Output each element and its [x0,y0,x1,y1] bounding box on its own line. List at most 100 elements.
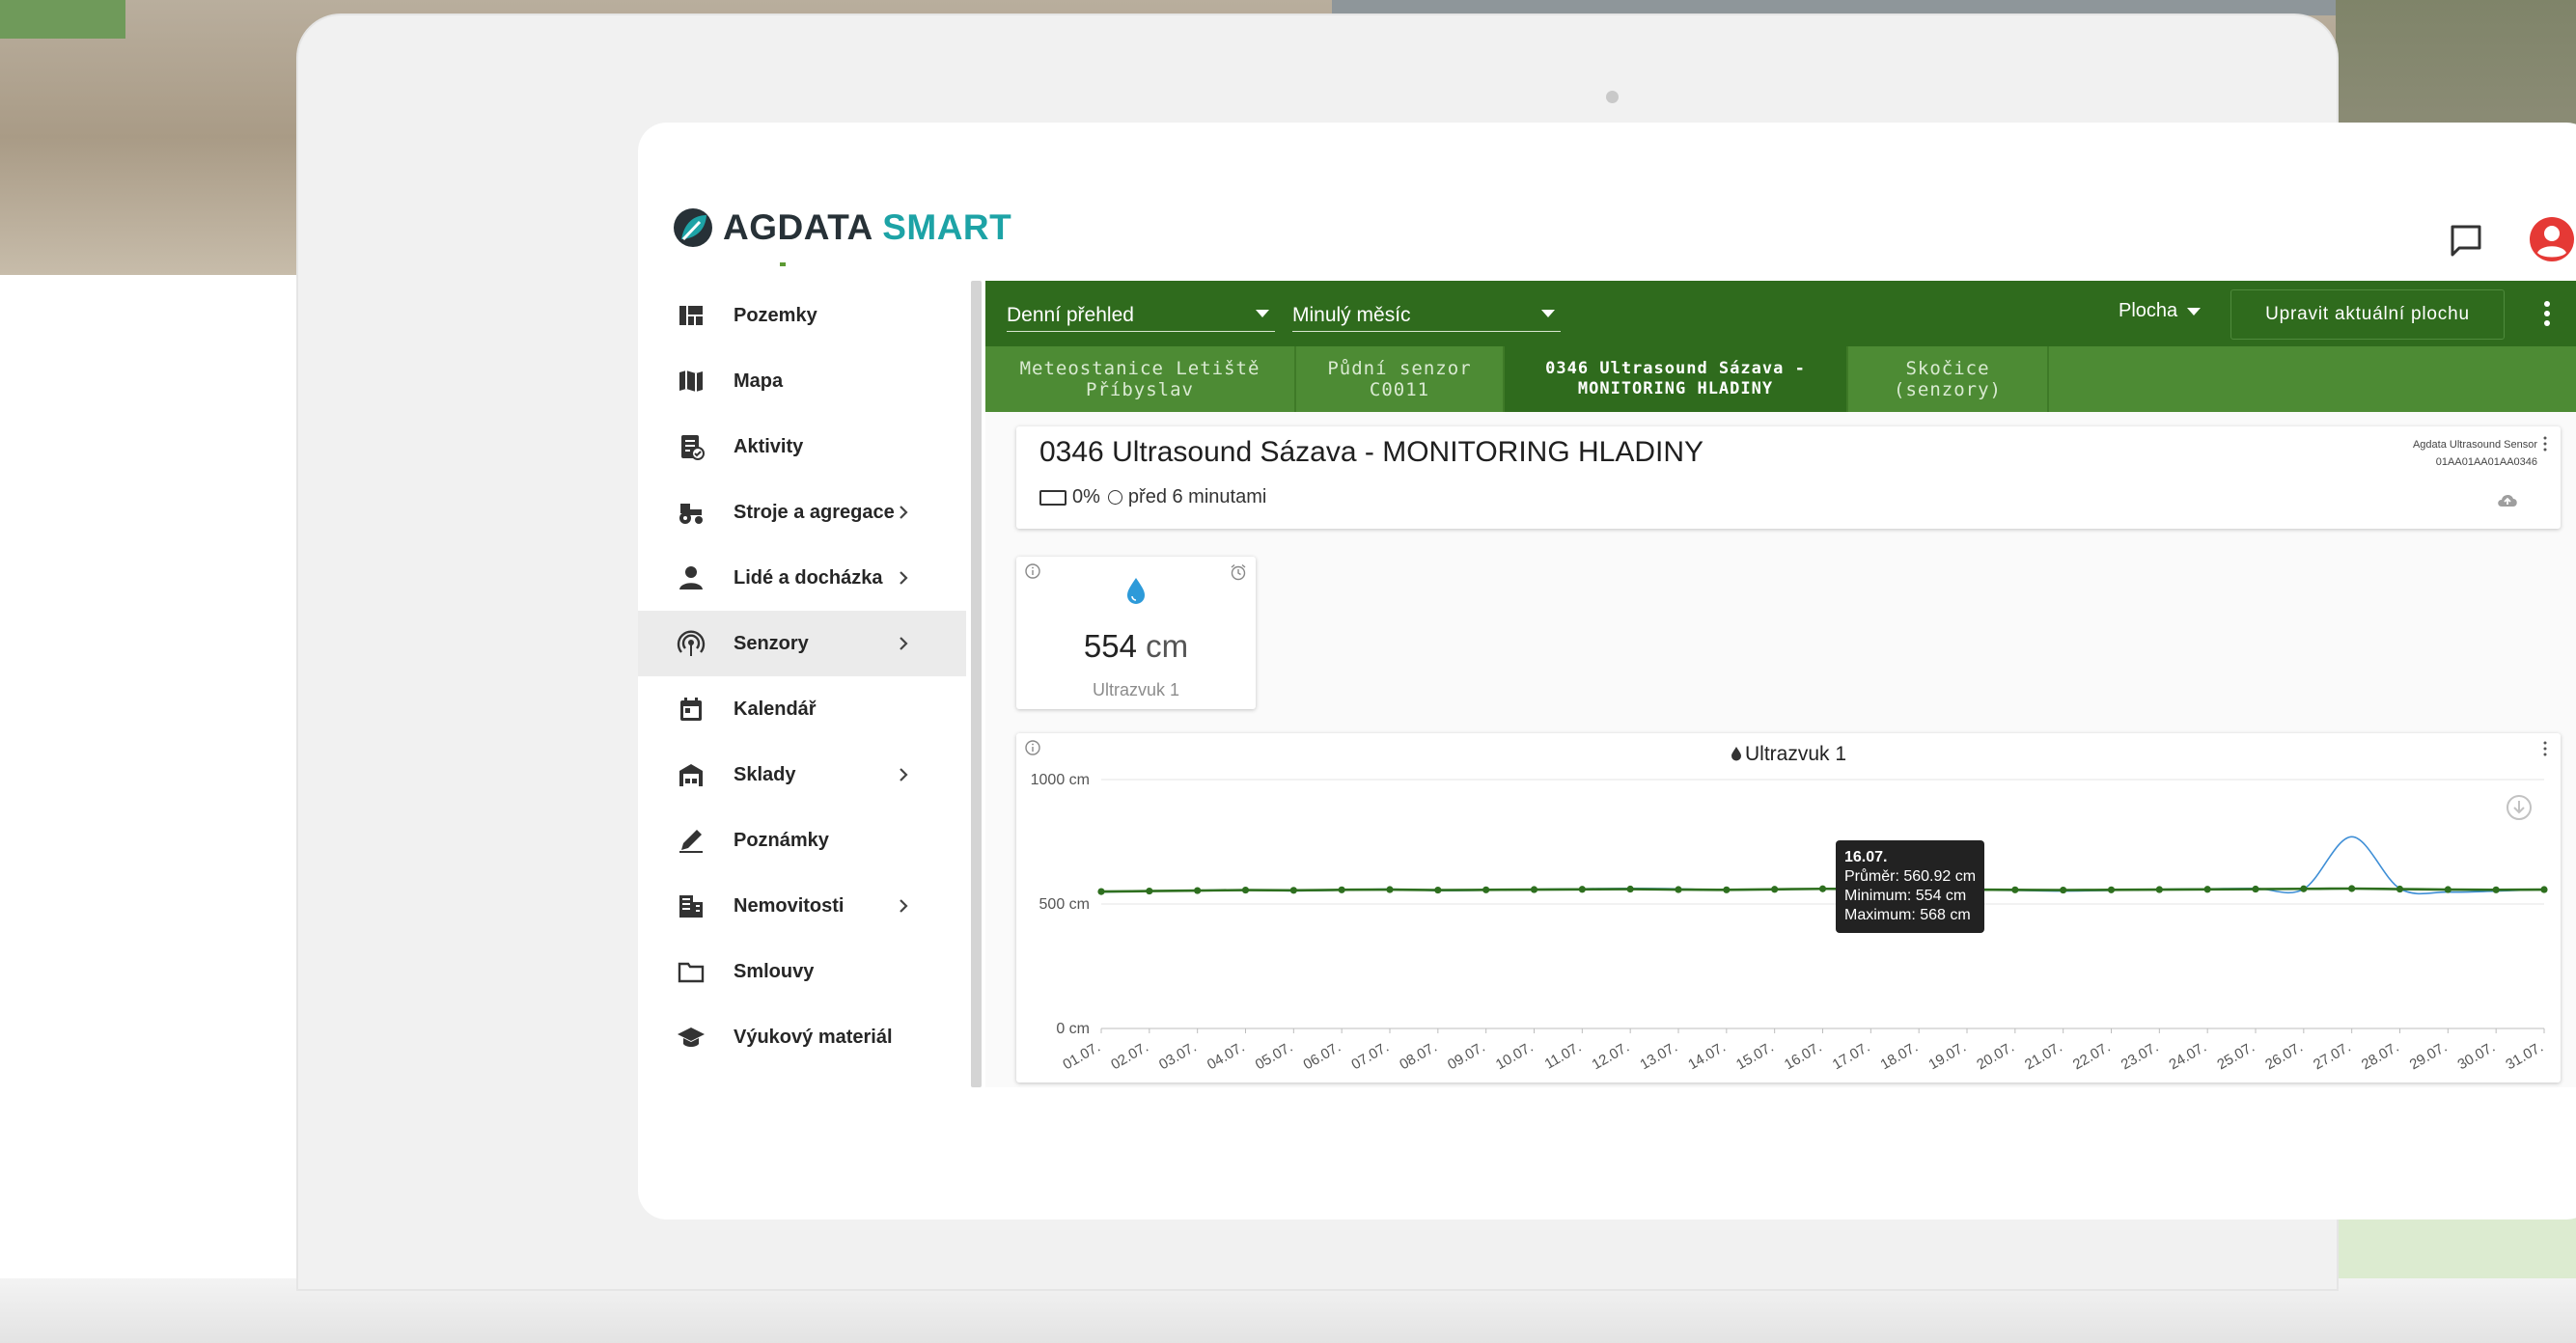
chat-icon[interactable] [2447,221,2485,260]
more-vert-icon[interactable] [2543,436,2547,452]
sensor-type-info: Agdata Ultrasound Sensor 01AA01AA01AA034… [2413,436,2537,471]
x-tick-label: 07.07. [1348,1039,1392,1074]
tab-label: 0346 Ultrasound Sázava - MONITORING HLAD… [1545,359,1806,398]
tooltip-date: 16.07. [1844,849,1888,865]
x-tick-label: 30.07. [2455,1039,2499,1074]
tooltip-maximum: Maximum: 568 cm [1844,907,1971,923]
sidebar-item-label: Pozemky [734,304,817,326]
person-icon [679,566,703,589]
current-value-unit: cm [1146,628,1189,664]
x-tick-label: 23.07. [2119,1039,2162,1074]
sensor-type: Agdata Ultrasound Sensor [2412,439,2537,451]
x-tick-label: 03.07. [1156,1039,1200,1074]
sidebar-item-smlouvy[interactable]: Smlouvy [638,939,966,1004]
logo-text: AGDATA SMART [723,207,1011,248]
sidebar-item-sklady[interactable]: Sklady [638,742,966,808]
tab-divider [2047,346,2049,412]
x-tick-label: 05.07. [1253,1039,1296,1074]
y-tick-label: 1000 cm [1031,772,1090,788]
area-menu-button[interactable]: Plocha [2119,300,2202,322]
device-title: 0346 Ultrasound Sázava - MONITORING HLAD… [1039,436,1704,468]
battery-icon [1039,489,1066,506]
sidebar-item-kalendar[interactable]: Kalendář [638,676,966,742]
data-point [1386,886,1394,893]
info-icon[interactable] [1024,562,1041,580]
data-point [2444,886,2451,893]
data-point [1771,886,1779,893]
cloud-upload-icon[interactable] [2497,492,2518,507]
sidebar-item-label: Kalendář [734,698,817,720]
sidebar-item-pozemky[interactable]: Pozemky [638,283,966,348]
logo-accent-text: SMART [882,207,1012,247]
view-select-value: Denní přehled [1007,304,1134,326]
sidebar-scrollbar[interactable] [971,281,982,1087]
x-tick-label: 19.07. [1925,1039,1969,1074]
value-card[interactable]: 554 cm Ultrazvuk 1 [1016,557,1256,709]
view-select[interactable]: Denní přehled [1007,296,1275,332]
tab-skocice[interactable]: Skočice (senzory) [1848,346,2047,412]
data-point [2540,886,2548,893]
sidebar-item-vyukovy-material[interactable]: Výukový materiál [638,1004,966,1070]
sidebar-item-nemovitosti[interactable]: Nemovitosti [638,873,966,939]
data-point [2492,886,2500,893]
data-point [2011,886,2019,893]
y-tick-label: 0 cm [1056,1021,1090,1037]
x-tick-label: 25.07. [2214,1039,2257,1074]
building-icon [679,895,703,918]
data-point [1289,887,1297,894]
graduation-cap-icon [678,1028,705,1047]
dashboard-icon [679,306,703,325]
laptop-frame: AGDATA SMART Pozemky Mapa Aktivity Stroj… [298,15,2576,1289]
app-logo[interactable]: AGDATA SMART [673,207,1011,248]
tab-pudni-senzor[interactable]: Půdní senzor C0011 [1296,346,1503,412]
x-tick-label: 15.07. [1733,1039,1777,1074]
sidebar-item-mapa[interactable]: Mapa [638,348,966,414]
alarm-clock-icon[interactable] [1229,562,1248,582]
edit-area-button[interactable]: Upravit aktuální plochu [2230,289,2505,340]
account-circle-icon[interactable] [2528,215,2576,263]
current-value-number: 554 [1083,628,1137,664]
sidebar: Pozemky Mapa Aktivity Stroje a agregace … [638,281,982,1087]
x-tick-label: 14.07. [1685,1039,1729,1074]
area-menu-label: Plocha [2119,300,2178,321]
x-tick-label: 26.07. [2262,1039,2306,1074]
x-tick-label: 21.07. [2022,1039,2065,1074]
sidebar-item-label: Mapa [734,370,784,392]
sidebar-item-senzory[interactable]: Senzory [638,611,966,676]
more-vert-icon[interactable] [2541,300,2553,327]
x-tick-label: 11.07. [1542,1039,1585,1073]
x-tick-label: 28.07. [2359,1039,2402,1074]
data-point [2300,885,2308,892]
tractor-icon [679,504,703,524]
x-tick-label: 16.07. [1782,1039,1825,1074]
data-point [1338,886,1345,893]
x-tick-label: 09.07. [1445,1039,1488,1074]
x-tick-label: 17.07. [1830,1039,1873,1074]
chevron-right-icon [900,899,908,913]
data-point [1434,886,1442,894]
tab-ultrasound-sazava[interactable]: 0346 Ultrasound Sázava - MONITORING HLAD… [1505,346,1846,412]
data-point [1723,886,1731,893]
data-point [2252,885,2259,893]
tab-meteostanice[interactable]: Meteostanice Letiště Příbyslav [985,346,1294,412]
caret-down-icon [2187,307,2202,315]
x-tick-label: 06.07. [1301,1039,1344,1074]
data-point [2155,886,2163,893]
sidebar-item-stroje[interactable]: Stroje a agregace [638,480,966,545]
sidebar-item-label: Sklady [734,763,796,785]
data-point [1626,885,1634,893]
background-grass [0,0,125,39]
sidebar-item-label: Nemovitosti [734,894,845,917]
sidebar-item-poznamky[interactable]: Poznámky [638,808,966,873]
sidebar-item-aktivity[interactable]: Aktivity [638,414,966,480]
x-tick-label: 27.07. [2311,1039,2354,1074]
sidebar-item-label: Stroje a agregace [734,501,895,523]
line-chart[interactable]: 0 cm 500 cm 1000 cm 01.07. 02.07. 03.07. 04.07… [1016,733,2561,1083]
sidebar-item-lide[interactable]: Lidé a docházka [638,545,966,611]
data-point [1482,886,1490,893]
current-value: 554 cm [1016,628,1256,665]
period-select[interactable]: Minulý měsíc [1292,296,1561,332]
x-tick-label: 24.07. [2167,1039,2210,1074]
tooltip-minimum: Minimum: 554 cm [1844,888,1967,904]
data-point [1675,886,1682,893]
